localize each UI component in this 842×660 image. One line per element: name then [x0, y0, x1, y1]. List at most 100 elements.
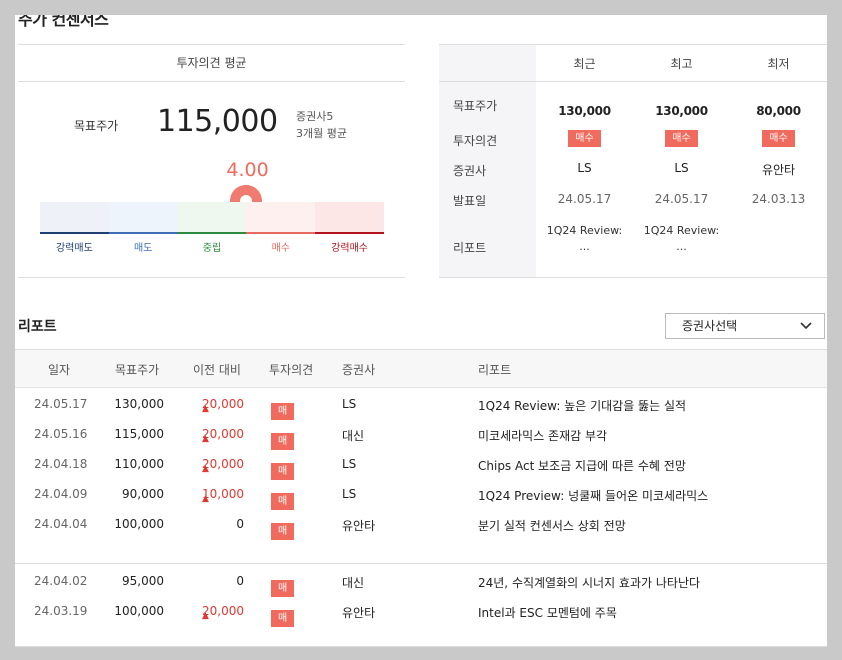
th-report: 리포트 [478, 363, 512, 377]
gauge-label: 매수 [271, 243, 290, 254]
broker-select-label: 증권사선택 [682, 319, 738, 333]
gauge-label: 강력매수 [331, 243, 368, 254]
recent-broker: LS [577, 161, 592, 175]
gauge-segment [246, 202, 316, 234]
row-date: 24.05.17 [34, 397, 88, 411]
row-date: 24.04.04 [34, 517, 88, 531]
table-row[interactable]: 24.04.02 95,000 0 매수 대신 24년, 수직계열화의 시너지 효과가 나… [15, 567, 827, 611]
row-broker: 유안타 [342, 606, 376, 620]
low-date: 24.03.13 [751, 192, 806, 206]
low-target: 80,000 [756, 104, 801, 118]
row-broker: 유안타 [342, 519, 376, 533]
row-date: 24.04.18 [34, 457, 88, 471]
up-arrow-icon: ▲ [202, 611, 209, 621]
row-broker: LS [342, 457, 357, 471]
gauge-segment [108, 202, 178, 234]
high-target: 130,000 [655, 104, 708, 118]
row-broker: LS [342, 397, 357, 411]
opinion-gauge [40, 202, 384, 234]
row-target: 90,000 [122, 487, 164, 501]
recent-opinion-badge: 매수 [568, 130, 601, 147]
row-label-report: 리포트 [453, 241, 487, 255]
row-target: 95,000 [122, 574, 164, 588]
row-target: 130,000 [114, 397, 164, 411]
target-price-note: 증권사5 3개월 평균 [296, 108, 347, 142]
row-report-link[interactable]: 1Q24 Review: 높은 기대감을 뚫는 실적 [478, 397, 686, 414]
table-row[interactable]: 24.04.18 110,000 ▲ 20,000 매수 LS Chips Act 보조금 … [15, 450, 827, 494]
row-date: 24.04.02 [34, 574, 88, 588]
broker-select[interactable]: 증권사선택 [665, 313, 825, 339]
row-diff: 0 [236, 517, 244, 531]
row-report-link[interactable]: 24년, 수직계열화의 시너지 효과가 나타난다 [478, 574, 700, 591]
row-target: 100,000 [114, 604, 164, 618]
row-diff: ▲ 10,000 [202, 487, 244, 504]
recent-target: 130,000 [558, 104, 611, 118]
table-row[interactable]: 24.05.16 115,000 ▲ 20,000 매수 대신 미코세라믹스 존재감 부각 [15, 420, 827, 464]
gauge-label: 강력매도 [55, 243, 93, 254]
row-date: 24.05.16 [34, 427, 88, 441]
row-label-date: 발표일 [453, 194, 487, 208]
high-date: 24.05.17 [654, 192, 709, 206]
row-label-broker: 증권사 [453, 164, 487, 178]
gauge-label: 매도 [133, 243, 153, 254]
row-diff: ▲ 20,000 [202, 604, 244, 621]
broker-count: 증권사5 [296, 110, 334, 123]
table-row[interactable]: 24.04.04 100,000 0 매수 유안타 분기 실적 컨센서스 상회 전망 [15, 510, 827, 554]
up-arrow-icon: ▲ [202, 404, 209, 414]
table-row[interactable]: 24.03.19 100,000 ▲ 20,000 매수 유안타 Intel과 ESC 모멘… [15, 597, 827, 641]
th-date: 일자 [48, 363, 71, 377]
opinion-average-header: 투자의견 평균 [18, 44, 405, 82]
col-header-low: 최저 [767, 57, 790, 71]
row-target: 100,000 [114, 517, 164, 531]
row-diff: 0 [236, 574, 244, 588]
recent-report-link[interactable]: 1Q24 Review:... [536, 223, 633, 255]
row-diff: ▲ 20,000 [202, 397, 244, 414]
gauge-label: 중립 [202, 243, 222, 254]
report-table-header: 일자 목표주가 이전 대비 투자의견 증권사 리포트 [15, 349, 827, 388]
table-row[interactable]: 24.05.17 130,000 ▲ 20,000 매수 LS 1Q24 Review: 높… [15, 390, 827, 434]
th-opinion: 투자의견 [269, 363, 314, 377]
row-report-link[interactable]: 미코세라믹스 존재감 부각 [478, 427, 607, 444]
row-target: 115,000 [114, 427, 164, 441]
high-opinion-badge: 매수 [665, 130, 698, 147]
row-report-link[interactable]: 1Q24 Preview: 넝쿨째 들어온 미코세라믹스 [478, 487, 708, 504]
row-diff: ▲ 20,000 [202, 427, 244, 444]
th-target: 목표주가 [115, 363, 160, 377]
average-period: 3개월 평균 [296, 127, 347, 140]
row-label-opinion: 투자의견 [453, 134, 498, 148]
up-arrow-icon: ▲ [202, 434, 209, 444]
gauge-segment [40, 202, 109, 234]
up-arrow-icon: ▲ [202, 494, 209, 504]
row-report-link[interactable]: 분기 실적 컨센서스 상회 전망 [478, 517, 626, 534]
row-broker: 대신 [342, 576, 365, 590]
chevron-down-icon [800, 322, 812, 330]
row-date: 24.04.09 [34, 487, 88, 501]
gauge-segment [177, 202, 247, 234]
up-arrow-icon: ▲ [202, 464, 209, 474]
row-label-target: 목표주가 [453, 99, 498, 113]
row-broker: 대신 [342, 429, 365, 443]
target-price-value: 115,000 [157, 104, 278, 139]
low-opinion-badge: 매수 [762, 130, 795, 147]
section-title: 주가 컨센서스 [18, 15, 109, 29]
opinion-average-box: 투자의견 평균 목표주가 115,000 증권사5 3개월 평균 4.00 강력… [18, 44, 405, 278]
th-diff: 이전 대비 [193, 363, 241, 377]
col-header-high: 최고 [670, 57, 693, 71]
report-section-title: 리포트 [18, 319, 57, 335]
table-row[interactable]: 24.04.09 90,000 ▲ 10,000 매수 LS 1Q24 Preview: 넝… [15, 480, 827, 524]
row-report-link[interactable]: Chips Act 보조금 지급에 따른 수혜 전망 [478, 457, 686, 474]
recent-date: 24.05.17 [557, 192, 612, 206]
stock-consensus-panel: 주가 컨센서스 투자의견 평균 목표주가 115,000 증권사5 3개월 평균… [15, 15, 827, 647]
high-report-link[interactable]: 1Q24 Review:... [633, 223, 730, 255]
opinion-score: 4.00 [226, 159, 269, 181]
target-price-label: 목표주가 [74, 119, 119, 133]
high-broker: LS [674, 161, 689, 175]
consensus-table: 최근 최고 최저 목표주가 투자의견 증권사 발표일 리포트 130,000 1… [439, 44, 827, 278]
row-target: 110,000 [114, 457, 164, 471]
col-header-recent: 최근 [573, 57, 596, 71]
gauge-segment [315, 202, 384, 234]
row-report-link[interactable]: Intel과 ESC 모멘텀에 주목 [478, 604, 617, 621]
gauge-labels: 강력매도 매도 중립 매수 강력매수 [40, 239, 384, 254]
th-broker: 증권사 [342, 363, 376, 377]
row-date: 24.03.19 [34, 604, 88, 618]
